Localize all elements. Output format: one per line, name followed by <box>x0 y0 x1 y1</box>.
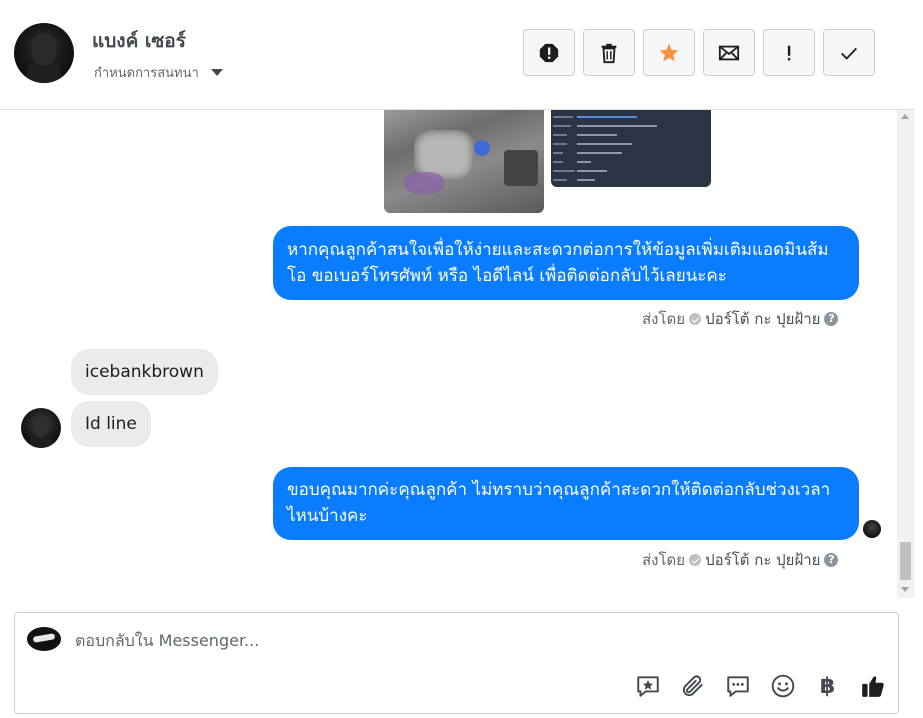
checkmark-icon <box>841 47 857 60</box>
mark-done-button[interactable] <box>823 29 875 76</box>
emoji-icon <box>771 674 794 698</box>
exclamation-icon <box>787 45 791 60</box>
trash-icon <box>601 43 617 63</box>
caret-down-icon <box>210 69 223 76</box>
thumbs-up-icon <box>861 676 884 697</box>
chat-bubbles-icon <box>726 676 749 697</box>
doc-line <box>553 116 573 118</box>
exclamation-octagon-icon <box>539 43 559 62</box>
composer-toolbar: ฿ <box>631 669 889 703</box>
doc-line <box>553 125 571 127</box>
outgoing-message[interactable]: ขอบคุณมากค่ะคุณลูกค้า ไม่ทราบว่าคุณลูกค้… <box>273 467 859 540</box>
delete-button[interactable] <box>583 29 635 76</box>
quick-replies-button[interactable] <box>721 669 754 703</box>
report-button[interactable] <box>523 29 575 76</box>
baht-icon: ฿ <box>819 673 836 699</box>
incoming-message[interactable]: icebankbrown <box>71 349 218 395</box>
doc-line <box>577 179 595 181</box>
emoji-button[interactable] <box>766 669 799 703</box>
saved-reply-icon <box>636 676 659 697</box>
doc-line <box>577 134 617 136</box>
doc-line <box>577 116 637 118</box>
scroll-thumb[interactable] <box>900 542 911 580</box>
doc-line <box>553 161 563 163</box>
doc-line <box>577 125 657 127</box>
doc-line <box>553 134 567 136</box>
doc-line <box>577 152 622 154</box>
mark-unread-button[interactable] <box>703 29 755 76</box>
outgoing-message[interactable]: หากคุณลูกค้าสนใจเพื่อให้ง่ายและสะดวกต่อก… <box>273 226 859 300</box>
scroll-up-arrow-icon[interactable] <box>901 114 909 119</box>
doc-line <box>553 152 563 154</box>
engine-part-shape <box>404 172 444 194</box>
doc-line <box>577 143 632 145</box>
incoming-message[interactable]: Id line <box>71 401 151 447</box>
conversation-label-text: กำหนดการสนทนา <box>94 66 199 81</box>
star-icon <box>659 43 679 61</box>
doc-line <box>553 179 567 181</box>
sent-by-label: ส่งโดย <box>642 310 686 328</box>
sent-by-info: ส่งโดย ปอร์โต้ กะ ปุยฝ้าย ? <box>642 548 839 572</box>
doc-line <box>553 170 575 172</box>
follow-up-button[interactable] <box>763 29 815 76</box>
sender-name[interactable]: ปอร์โต้ กะ ปุยฝ้าย <box>705 307 820 331</box>
sender-name[interactable]: ปอร์โต้ กะ ปุยฝ้าย <box>705 548 820 572</box>
contact-avatar-small[interactable] <box>21 408 61 448</box>
star-button[interactable] <box>643 29 695 76</box>
conversation-header: แบงค์ เซอร์ กำหนดการสนทนา <box>0 0 915 110</box>
thread-scrollbar[interactable] <box>897 110 914 598</box>
doc-line <box>577 170 607 172</box>
sent-status-icon <box>689 554 702 566</box>
engine-photo-attachment[interactable] <box>384 110 544 213</box>
payment-button[interactable]: ฿ <box>811 669 844 703</box>
like-button[interactable] <box>856 669 889 703</box>
doc-line <box>577 161 591 163</box>
attach-file-button[interactable] <box>676 669 709 703</box>
page-logo <box>27 627 61 651</box>
engine-part-shape <box>474 140 490 156</box>
saved-reply-button[interactable] <box>631 669 664 703</box>
sent-by-label: ส่งโดย <box>642 551 686 569</box>
sent-status-icon <box>689 313 702 325</box>
reply-composer: ฿ <box>14 612 899 714</box>
engine-part-shape <box>504 150 538 186</box>
reply-input[interactable] <box>75 625 775 655</box>
seen-indicator-avatar <box>863 520 881 538</box>
scroll-down-arrow-icon[interactable] <box>901 587 909 592</box>
document-photo-attachment[interactable] <box>551 110 711 187</box>
help-icon[interactable]: ? <box>824 553 839 567</box>
attachment-icon <box>682 675 703 697</box>
help-icon[interactable]: ? <box>824 312 839 326</box>
sent-by-info: ส่งโดย ปอร์โต้ กะ ปุยฝ้าย ? <box>642 307 839 331</box>
envelope-icon <box>718 45 740 60</box>
doc-line <box>553 143 567 145</box>
conversation-label-dropdown[interactable]: กำหนดการสนทนา <box>94 62 223 83</box>
contact-name[interactable]: แบงค์ เซอร์ <box>92 26 186 56</box>
contact-avatar[interactable] <box>14 23 74 83</box>
header-actions <box>523 29 875 76</box>
